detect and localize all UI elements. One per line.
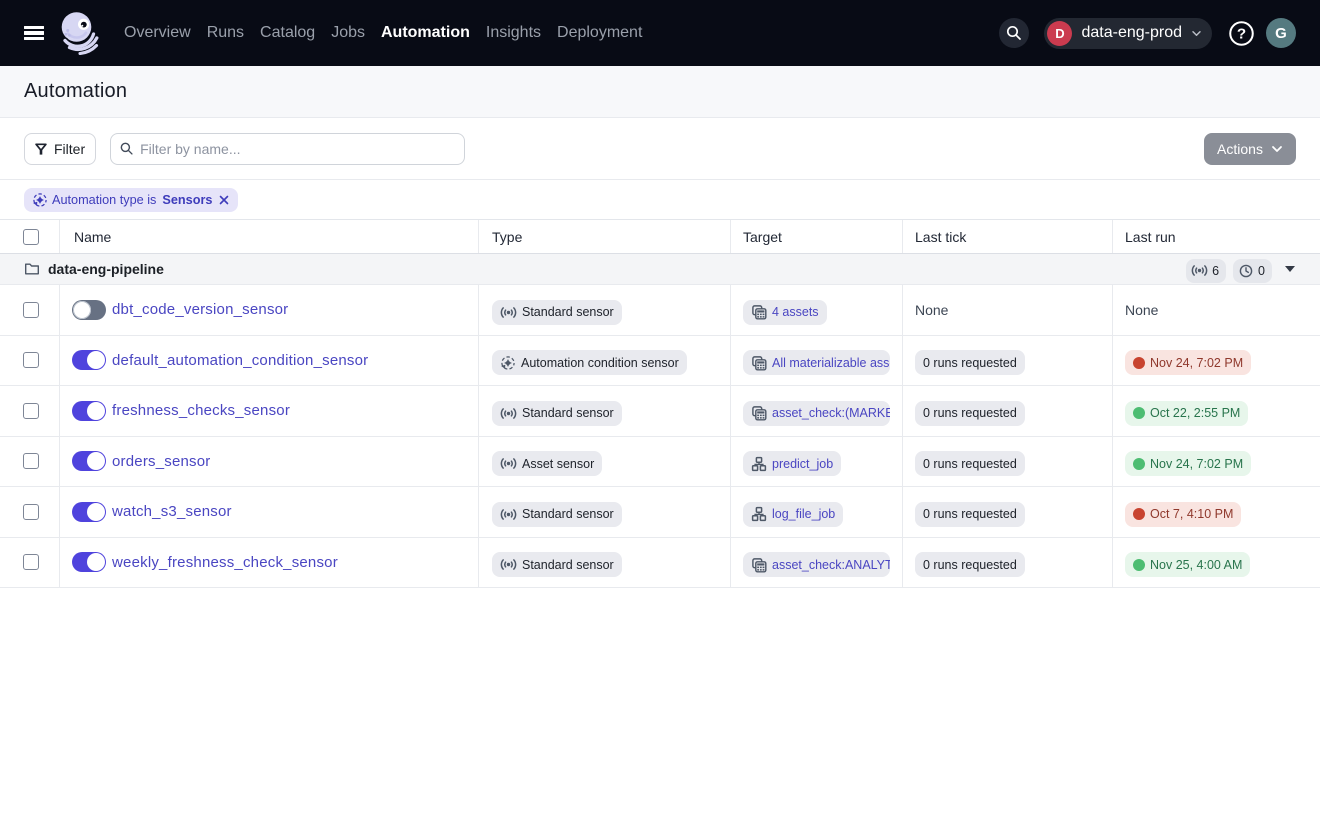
svg-text:?: ? xyxy=(1236,25,1245,42)
